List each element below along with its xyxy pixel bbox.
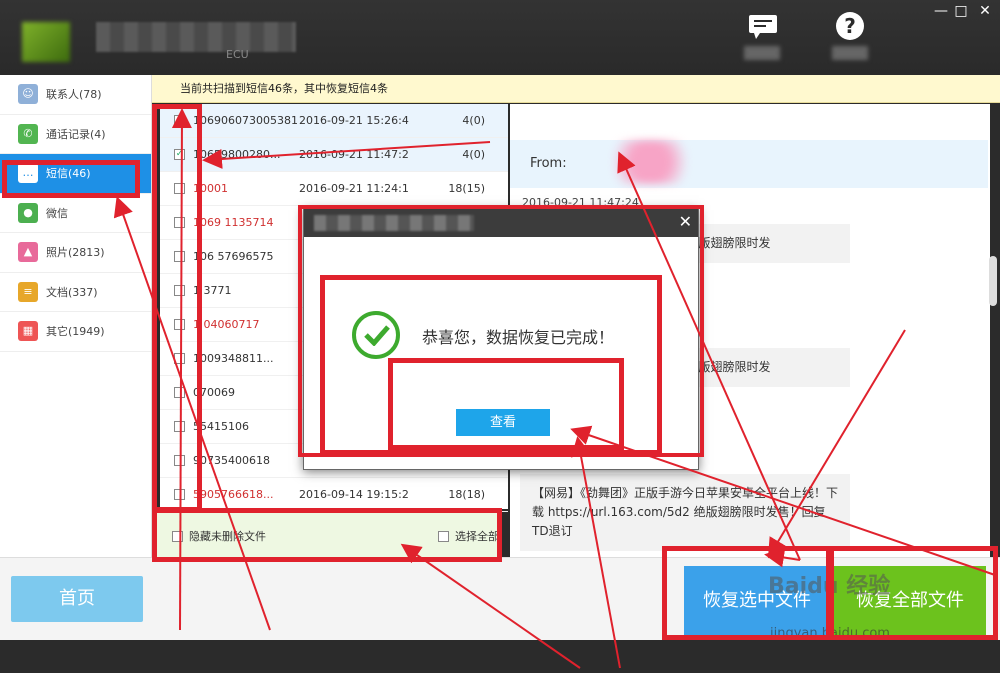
annotation-arrows bbox=[113, 108, 996, 669]
